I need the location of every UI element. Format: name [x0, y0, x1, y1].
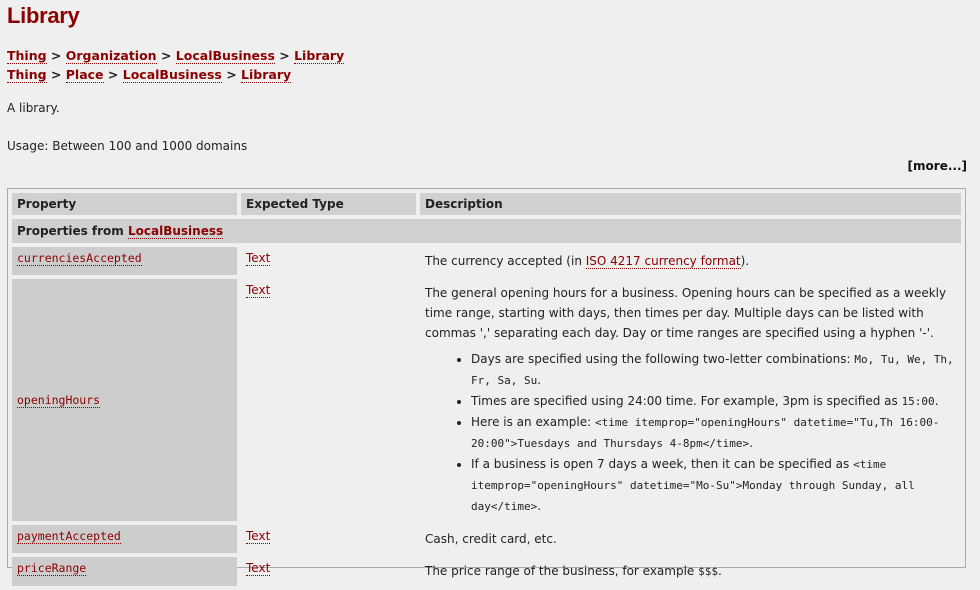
crumb-place[interactable]: Place: [65, 67, 104, 83]
group-header-row: Properties from LocalBusiness: [12, 219, 961, 243]
table-row: paymentAccepted Text Cash, credit card, …: [12, 525, 961, 553]
more-link[interactable]: [more...]: [908, 159, 967, 173]
breadcrumb-line-1: Thing > Organization > LocalBusiness > L…: [7, 48, 345, 64]
iso-4217-link[interactable]: ISO 4217 currency format: [585, 254, 741, 269]
crumb-thing[interactable]: Thing: [7, 67, 47, 83]
property-link[interactable]: paymentAccepted: [17, 529, 121, 544]
list-item: If a business is open 7 days a week, the…: [471, 454, 956, 517]
property-cell: priceRange: [12, 557, 237, 586]
breadcrumb: Thing > Organization > LocalBusiness > L…: [7, 46, 973, 84]
header-expected-type: Expected Type: [241, 193, 416, 215]
list-item: Times are specified using 24:00 time. Fo…: [471, 391, 956, 412]
crumb-library[interactable]: Library: [294, 48, 345, 64]
group-header: Properties from LocalBusiness: [12, 219, 961, 243]
type-description: A library.: [7, 101, 60, 115]
more-link-wrap: [more...]: [908, 159, 967, 173]
description-cell: The general opening hours for a business…: [420, 279, 961, 521]
property-link[interactable]: openingHours: [17, 393, 101, 408]
bullet-list: Days are specified using the following t…: [425, 349, 956, 517]
crumb-organization[interactable]: Organization: [65, 48, 157, 64]
table-row: priceRange Text The price range of the b…: [12, 557, 961, 586]
table-row: currenciesAccepted Text The currency acc…: [12, 247, 961, 275]
properties-table: Property Expected Type Description Prope…: [7, 188, 966, 586]
type-link[interactable]: Text: [246, 529, 271, 544]
description-cell: Cash, credit card, etc.: [425, 532, 557, 546]
property-cell: currenciesAccepted: [12, 247, 237, 275]
list-item: Days are specified using the following t…: [471, 349, 956, 391]
type-cell: Text: [241, 557, 416, 586]
page-title: Library: [7, 3, 80, 28]
crumb-thing[interactable]: Thing: [7, 48, 47, 64]
type-cell: Text: [241, 247, 416, 275]
property-cell: openingHours: [12, 279, 237, 521]
usage-text: Usage: Between 100 and 1000 domains: [7, 139, 248, 153]
description-cell: The currency accepted (in ISO 4217 curre…: [425, 254, 750, 269]
table-header-row: Property Expected Type Description: [12, 193, 961, 215]
crumb-localbusiness[interactable]: LocalBusiness: [122, 67, 222, 83]
crumb-library[interactable]: Library: [241, 67, 292, 83]
breadcrumb-line-2: Thing > Place > LocalBusiness > Library: [7, 67, 292, 83]
list-item: Here is an example: <time itemprop="open…: [471, 412, 956, 454]
property-link[interactable]: currenciesAccepted: [17, 251, 142, 266]
group-link-localbusiness[interactable]: LocalBusiness: [128, 224, 224, 239]
description-cell: The price range of the business, for exa…: [425, 564, 722, 578]
header-property: Property: [12, 193, 237, 215]
type-cell: Text: [241, 279, 416, 521]
crumb-localbusiness[interactable]: LocalBusiness: [175, 48, 275, 64]
property-cell: paymentAccepted: [12, 525, 237, 553]
type-link[interactable]: Text: [246, 283, 271, 298]
type-cell: Text: [241, 525, 416, 553]
type-link[interactable]: Text: [246, 561, 271, 576]
property-link[interactable]: priceRange: [17, 561, 87, 576]
type-link[interactable]: Text: [246, 251, 271, 266]
table-row: openingHours Text The general opening ho…: [12, 279, 961, 521]
header-description: Description: [420, 193, 961, 215]
page: Library Thing > Organization > LocalBusi…: [7, 0, 973, 586]
